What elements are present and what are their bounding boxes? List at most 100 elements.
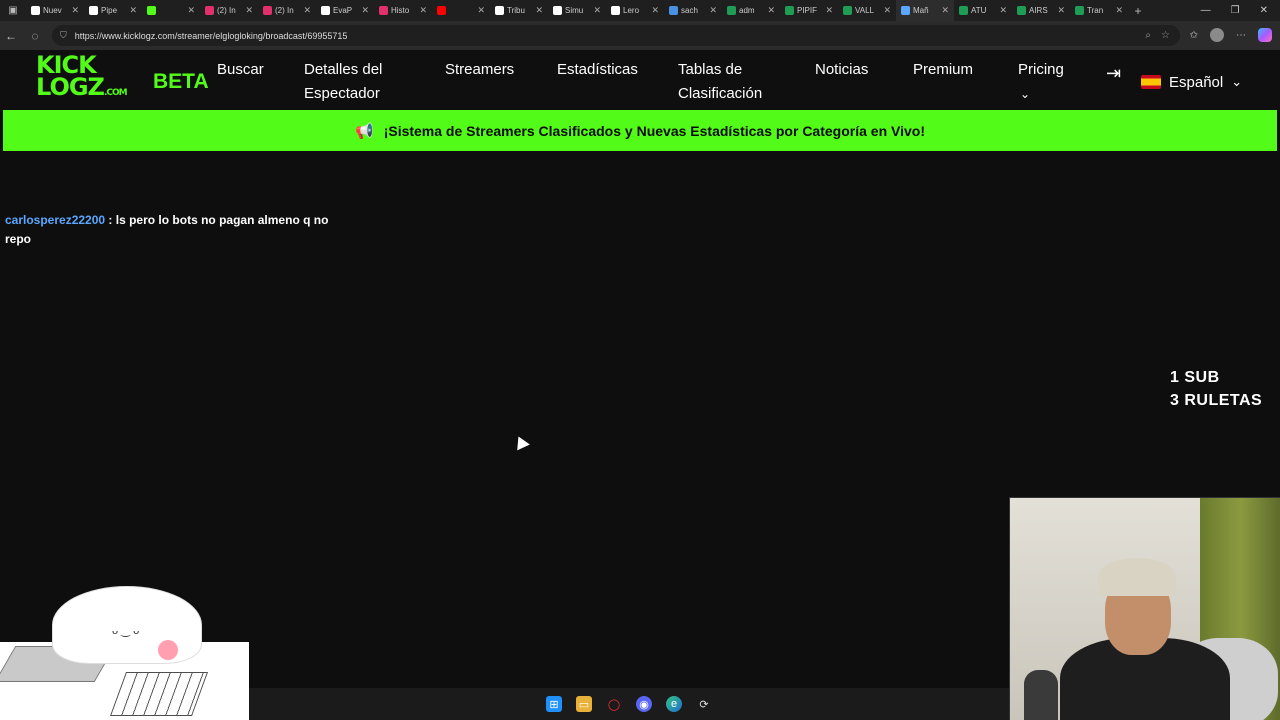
browser-tab[interactable]: PIPIF ✕ — [780, 0, 838, 21]
browser-tab[interactable]: (2) In ✕ — [200, 0, 258, 21]
address-bar[interactable]: ⛉ https://www.kicklogz.com/streamer/elgl… — [52, 25, 1180, 46]
favorite-star-icon[interactable]: ☆ — [1161, 30, 1170, 41]
nav-streamers[interactable]: Streamers — [445, 58, 514, 82]
tab-close-icon[interactable]: ✕ — [129, 5, 137, 16]
tab-actions-icon[interactable]: ▣ — [0, 5, 26, 16]
browser-tab[interactable]: Lero ✕ — [606, 0, 664, 21]
tab-close-icon[interactable]: ✕ — [941, 5, 949, 16]
nav-statistics[interactable]: Estadísticas — [557, 58, 638, 82]
stream-overlay-note: 1 SUB 3 RULETAS — [1170, 366, 1262, 412]
favorites-icon[interactable]: ✩ — [1190, 30, 1198, 41]
tab-close-icon[interactable]: ✕ — [709, 5, 717, 16]
zoom-icon[interactable]: ⌕ — [1145, 30, 1151, 41]
new-tab-button[interactable]: + — [1128, 4, 1148, 18]
browser-tab[interactable]: AIRS ✕ — [1012, 0, 1070, 21]
meme-cat-face: ᴗ ‿ ᴗ — [112, 625, 140, 637]
tab-title: Simu — [565, 6, 584, 15]
nav-news[interactable]: Noticias — [815, 58, 868, 82]
sheet-icon — [785, 6, 794, 15]
tab-title: AIRS — [1029, 6, 1048, 15]
tab-close-icon[interactable]: ✕ — [71, 5, 79, 16]
profile-avatar[interactable] — [1210, 28, 1224, 42]
sheet-icon — [1017, 6, 1026, 15]
login-icon[interactable]: ⇥ — [1106, 63, 1121, 84]
language-selector[interactable]: Español ⌄ — [1141, 71, 1259, 93]
logo-text-com: .COM — [103, 88, 128, 98]
tab-close-icon[interactable]: ✕ — [767, 5, 775, 16]
discord-icon[interactable]: ◉ — [636, 696, 652, 712]
close-icon[interactable]: ✕ — [1260, 5, 1268, 16]
window-controls: — ❐ ✕ — [1201, 5, 1280, 16]
tab-close-icon[interactable]: ✕ — [245, 5, 253, 16]
sheet-icon — [1075, 6, 1084, 15]
edge-icon[interactable]: e — [666, 696, 682, 712]
beta-label: BETA — [153, 70, 209, 93]
tab-title: Tribu — [507, 6, 525, 15]
browser-tab[interactable]: EvaP ✕ — [316, 0, 374, 21]
tab-close-icon[interactable]: ✕ — [477, 5, 485, 16]
tab-close-icon[interactable]: ✕ — [883, 5, 891, 16]
sheet-icon — [727, 6, 736, 15]
tab-close-icon[interactable]: ✕ — [593, 5, 601, 16]
browser-tab[interactable]: VALL ✕ — [838, 0, 896, 21]
nav-leaderboards[interactable]: Tablas de Clasificación — [678, 58, 762, 106]
x-icon — [611, 6, 620, 15]
windows-taskbar: ⊞ ▭ ◯ ◉ e ⟳ — [249, 688, 1009, 720]
nav-leaderboards-line2: Clasificación — [678, 85, 763, 102]
url-text: https://www.kicklogz.com/streamer/elglog… — [74, 30, 348, 41]
nav-pricing[interactable]: Pricing ⌄ — [1018, 58, 1064, 106]
kicklogz-logo[interactable]: KICK LOGZ.COM — [36, 53, 136, 104]
browser-tab[interactable]: adm ✕ — [722, 0, 780, 21]
tab-close-icon[interactable]: ✕ — [1057, 5, 1065, 16]
overlay-line-2: 3 RULETAS — [1170, 392, 1263, 409]
obs-icon[interactable]: ⟳ — [696, 696, 712, 712]
tab-close-icon[interactable]: ✕ — [535, 5, 543, 16]
browser-tab[interactable]: Tran ✕ — [1070, 0, 1128, 21]
nav-search[interactable]: Buscar — [217, 58, 264, 82]
browser-tab[interactable]: Nuev ✕ — [26, 0, 84, 21]
nav-premium[interactable]: Premium — [913, 58, 973, 82]
browser-tab[interactable]: (2) In ✕ — [258, 0, 316, 21]
tab-title: ATU — [971, 6, 987, 15]
browser-tab[interactable]: ATU ✕ — [954, 0, 1012, 21]
page-icon — [31, 6, 40, 15]
logo-text-logz: LOGZ.COM — [36, 73, 128, 101]
edge-icon — [669, 6, 678, 15]
browser-tab[interactable]: Pipe ✕ — [84, 0, 142, 21]
browser-tab[interactable]: sach ✕ — [664, 0, 722, 21]
tab-close-icon[interactable]: ✕ — [825, 5, 833, 16]
browser-tab[interactable]: Histo ✕ — [374, 0, 432, 21]
meme-cat-paw — [158, 640, 178, 660]
browser-tab[interactable]: Tribu ✕ — [490, 0, 548, 21]
browser-tab[interactable]: ✕ — [432, 0, 490, 21]
kick-icon — [147, 6, 156, 15]
site-info-icon[interactable]: ⛉ — [60, 30, 67, 41]
tab-title: PIPIF — [797, 6, 818, 15]
windows-start-icon[interactable]: ⊞ — [546, 696, 562, 712]
tab-close-icon[interactable]: ✕ — [303, 5, 311, 16]
announcement-banner[interactable]: 📢 ¡Sistema de Streamers Clasificados y N… — [3, 110, 1277, 151]
language-label: Español — [1169, 73, 1224, 91]
back-button[interactable]: ← — [0, 29, 22, 43]
tab-close-icon[interactable]: ✕ — [419, 5, 427, 16]
more-menu-icon[interactable]: ⋯ — [1236, 30, 1246, 41]
file-explorer-icon[interactable]: ▭ — [576, 696, 592, 712]
browser-tab[interactable]: Mañ ✕ — [896, 0, 954, 21]
browser-tab[interactable]: ✕ — [142, 0, 200, 21]
copilot-icon[interactable] — [1258, 28, 1272, 42]
minimize-icon[interactable]: — — [1201, 5, 1211, 16]
chat-username[interactable]: carlosperez22200 — [5, 213, 105, 227]
tab-close-icon[interactable]: ✕ — [361, 5, 369, 16]
tab-close-icon[interactable]: ✕ — [187, 5, 195, 16]
opera-icon[interactable]: ◯ — [606, 696, 622, 712]
youtube-icon — [437, 6, 446, 15]
tab-title: sach — [681, 6, 698, 15]
restore-icon[interactable]: ❐ — [1231, 5, 1240, 16]
instagram-icon — [379, 6, 388, 15]
tab-close-icon[interactable]: ✕ — [1115, 5, 1123, 16]
browser-tab[interactable]: Simu ✕ — [548, 0, 606, 21]
nav-viewer-details[interactable]: Detalles del Espectador — [304, 58, 382, 106]
tab-close-icon[interactable]: ✕ — [999, 5, 1007, 16]
reload-button[interactable]: ◌ — [24, 29, 46, 43]
tab-close-icon[interactable]: ✕ — [651, 5, 659, 16]
